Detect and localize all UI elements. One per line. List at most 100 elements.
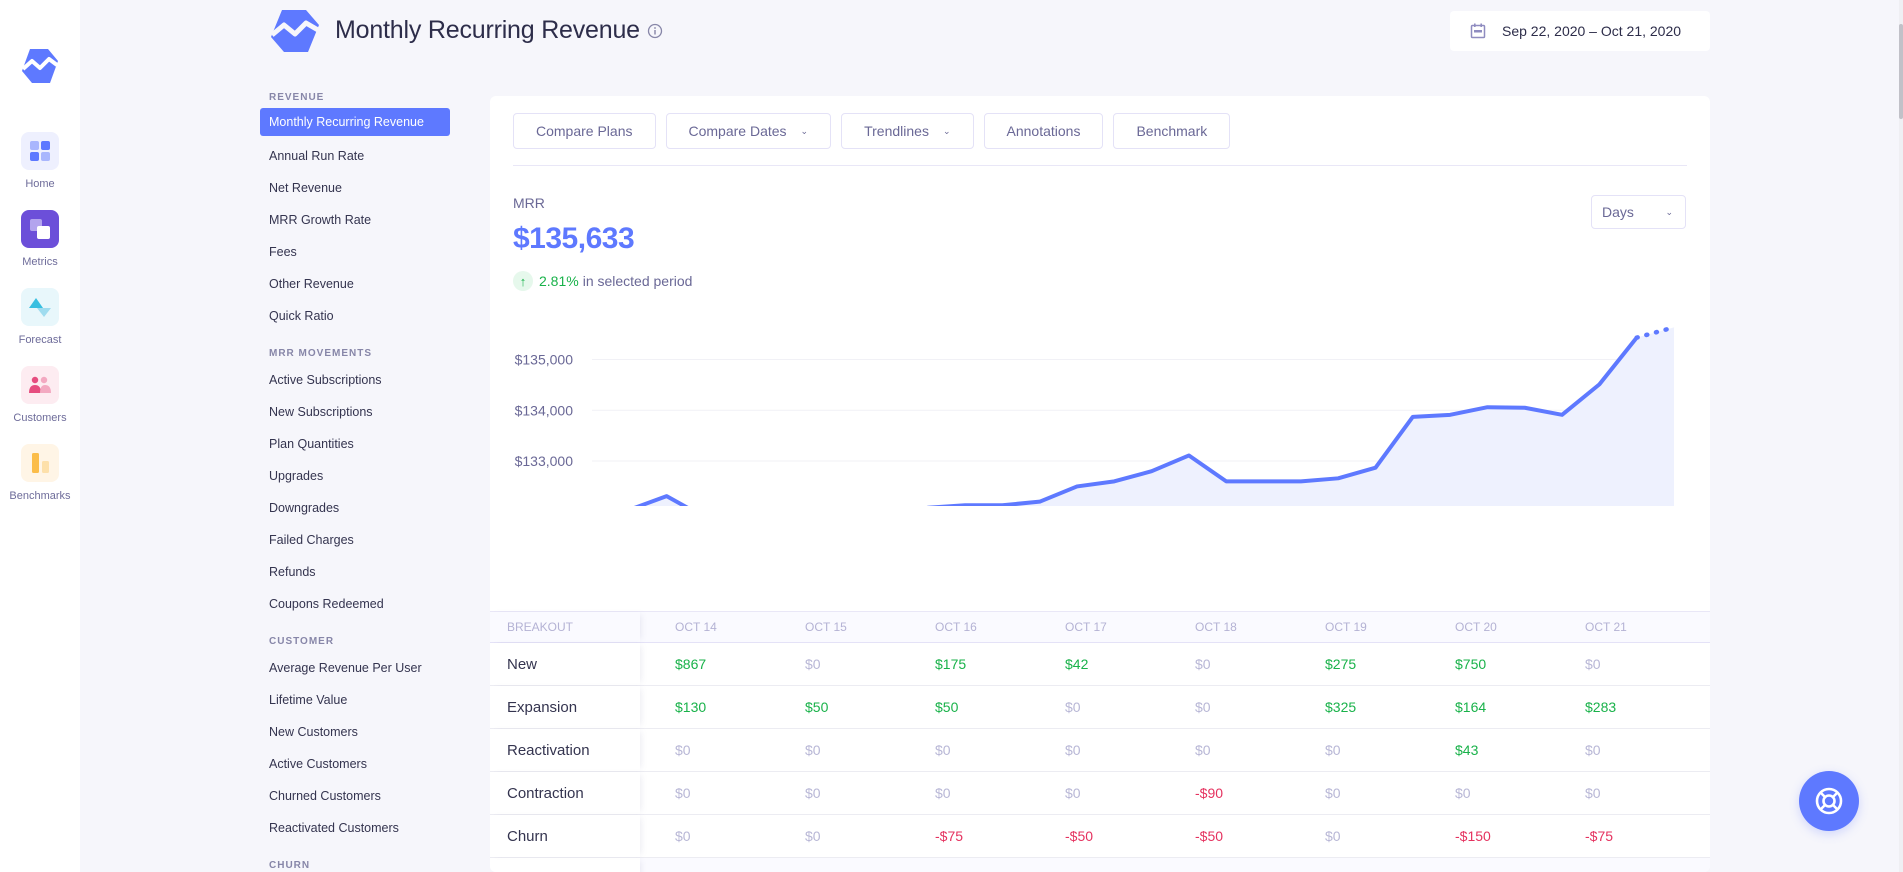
row-label: Reactivation (490, 729, 640, 771)
column-header: OCT 17 (1065, 620, 1107, 634)
table-row: Churn $0 $0 -$75 -$50 -$50 $0 -$150 -$75 (490, 815, 1710, 858)
table-cell[interactable]: $0 (640, 828, 770, 844)
nav-item-average-revenue-per-user[interactable]: Average Revenue Per User (260, 652, 450, 684)
info-icon[interactable] (647, 23, 663, 39)
metric-nav: REVENUE Monthly Recurring Revenue Annual R… (260, 88, 450, 872)
nav-item-net-revenue[interactable]: Net Revenue (260, 172, 450, 204)
row-label: Expansion (490, 686, 640, 728)
metric-card: Compare Plans Compare Dates ⌄ Trendlines ⌄ An… (490, 96, 1710, 872)
table-cell[interactable]: -$90 (1160, 785, 1290, 801)
table-row: Contraction $0 $0 $0 $0 -$90 $0 $0 $0 (490, 772, 1710, 815)
nav-item-monthly-recurring-revenue[interactable]: Monthly Recurring Revenue (260, 108, 450, 136)
help-button[interactable] (1799, 771, 1859, 831)
table-cell[interactable]: $0 (1160, 742, 1290, 758)
column-header: OCT 15 (805, 620, 847, 634)
table-cell[interactable]: $750 (1420, 656, 1550, 672)
table-cell[interactable]: $130 (640, 699, 770, 715)
table-cell[interactable]: $325 (1290, 699, 1420, 715)
table-cell[interactable]: $50 (900, 699, 1030, 715)
table-cell[interactable]: $0 (1030, 699, 1160, 715)
rail-item-home[interactable]: Home (0, 132, 80, 190)
rail-item-customers[interactable]: Customers (0, 366, 80, 424)
nav-item-failed-charges[interactable]: Failed Charges (260, 524, 450, 556)
row-label: New (490, 643, 640, 685)
scrollbar-thumb[interactable] (1899, 24, 1903, 119)
date-range-text: Sep 22, 2020 – Oct 21, 2020 (1502, 23, 1682, 39)
breakout-table: BREAKOUT OCT 14 OCT 15 OCT 16 OCT 17 OCT 18 OC… (490, 611, 1710, 872)
table-cell[interactable]: $42 (1030, 656, 1160, 672)
table-cell[interactable]: -$50 (1160, 828, 1290, 844)
nav-item-reactivated-customers[interactable]: Reactivated Customers (260, 812, 450, 844)
table-cell[interactable]: $0 (1290, 742, 1420, 758)
nav-item-other-revenue[interactable]: Other Revenue (260, 268, 450, 300)
table-cell[interactable]: -$150 (1420, 828, 1550, 844)
nav-item-active-subscriptions[interactable]: Active Subscriptions (260, 364, 450, 396)
table-cell[interactable]: $275 (1290, 656, 1420, 672)
date-range-picker[interactable]: Sep 22, 2020 – Oct 21, 2020 (1450, 11, 1710, 51)
nav-item-new-subscriptions[interactable]: New Subscriptions (260, 396, 450, 428)
table-cell[interactable]: $0 (1030, 742, 1160, 758)
row-label: Contraction (490, 772, 640, 814)
header-label: BREAKOUT (490, 612, 640, 642)
rail-item-forecast[interactable]: Forecast (0, 288, 80, 346)
nav-item-downgrades[interactable]: Downgrades (260, 492, 450, 524)
table-cell[interactable]: $0 (770, 785, 900, 801)
column-header: OCT 14 (675, 620, 717, 634)
table-cell[interactable]: $0 (1160, 656, 1290, 672)
nav-item-mrr-growth-rate[interactable]: MRR Growth Rate (260, 204, 450, 236)
rail-item-label: Customers (13, 412, 67, 424)
table-cell[interactable]: $867 (640, 656, 770, 672)
nav-item-refunds[interactable]: Refunds (260, 556, 450, 588)
table-cell[interactable]: -$75 (1550, 828, 1680, 844)
table-cell[interactable]: $283 (1550, 699, 1680, 715)
table-cell[interactable]: $0 (640, 785, 770, 801)
table-cell[interactable]: $0 (900, 742, 1030, 758)
page-scrollbar[interactable] (1899, 0, 1903, 872)
rail-item-metrics[interactable]: Metrics (0, 210, 80, 268)
nav-item-churned-customers[interactable]: Churned Customers (260, 780, 450, 812)
rail-item-label: Home (25, 178, 55, 190)
rail-item-benchmarks[interactable]: Benchmarks (0, 444, 80, 502)
table-cell[interactable]: $164 (1420, 699, 1550, 715)
y-tick-label: $134,000 (515, 402, 574, 418)
nav-item-active-customers[interactable]: Active Customers (260, 748, 450, 780)
nav-item-upgrades[interactable]: Upgrades (260, 460, 450, 492)
table-cell[interactable]: $50 (770, 699, 900, 715)
table-cell[interactable]: -$75 (900, 828, 1030, 844)
table-cell[interactable]: $0 (1550, 656, 1680, 672)
table-cell[interactable]: $0 (1030, 785, 1160, 801)
table-cell[interactable]: $175 (900, 656, 1030, 672)
table-row: Expansion $130 $50 $50 $0 $0 $325 $164 $283 (490, 686, 1710, 729)
table-cell[interactable]: $0 (900, 785, 1030, 801)
table-header: BREAKOUT OCT 14 OCT 15 OCT 16 OCT 17 OCT 18 OC… (490, 611, 1710, 643)
nav-section-title: CUSTOMER (269, 636, 335, 647)
table-cell[interactable]: $0 (770, 742, 900, 758)
table-cell[interactable]: $0 (1550, 785, 1680, 801)
table-cell[interactable]: $0 (770, 656, 900, 672)
table-cell[interactable]: $43 (1420, 742, 1550, 758)
nav-item-plan-quantities[interactable]: Plan Quantities (260, 428, 450, 460)
benchmarks-icon (21, 444, 59, 482)
table-cell[interactable]: $0 (1160, 699, 1290, 715)
nav-item-new-customers[interactable]: New Customers (260, 716, 450, 748)
table-cell[interactable]: $0 (1420, 785, 1550, 801)
nav-item-lifetime-value[interactable]: Lifetime Value (260, 684, 450, 716)
table-cell[interactable]: $0 (1550, 742, 1680, 758)
lifebuoy-icon (1815, 787, 1843, 815)
table-cell[interactable]: -$50 (1030, 828, 1160, 844)
nav-item-coupons-redeemed[interactable]: Coupons Redeemed (260, 588, 450, 620)
nav-section-title: REVENUE (269, 92, 325, 103)
table-cell[interactable]: $0 (770, 828, 900, 844)
table-row: Reactivation $0 $0 $0 $0 $0 $0 $43 $0 (490, 729, 1710, 772)
table-cell[interactable]: $0 (640, 742, 770, 758)
mrr-chart: $132,000$133,000$134,000$135,000Sep 22Se… (515, 325, 1677, 506)
nav-item-annual-run-rate[interactable]: Annual Run Rate (260, 140, 450, 172)
nav-item-quick-ratio[interactable]: Quick Ratio (260, 300, 450, 332)
table-cell[interactable]: $0 (1290, 828, 1420, 844)
nav-item-fees[interactable]: Fees (260, 236, 450, 268)
app-logo-icon[interactable] (20, 47, 60, 85)
table-cell[interactable]: $0 (1290, 785, 1420, 801)
app-rail: Home Metrics Forecast Customers Benchmarks (0, 0, 80, 872)
column-header: OCT 21 (1585, 620, 1627, 634)
